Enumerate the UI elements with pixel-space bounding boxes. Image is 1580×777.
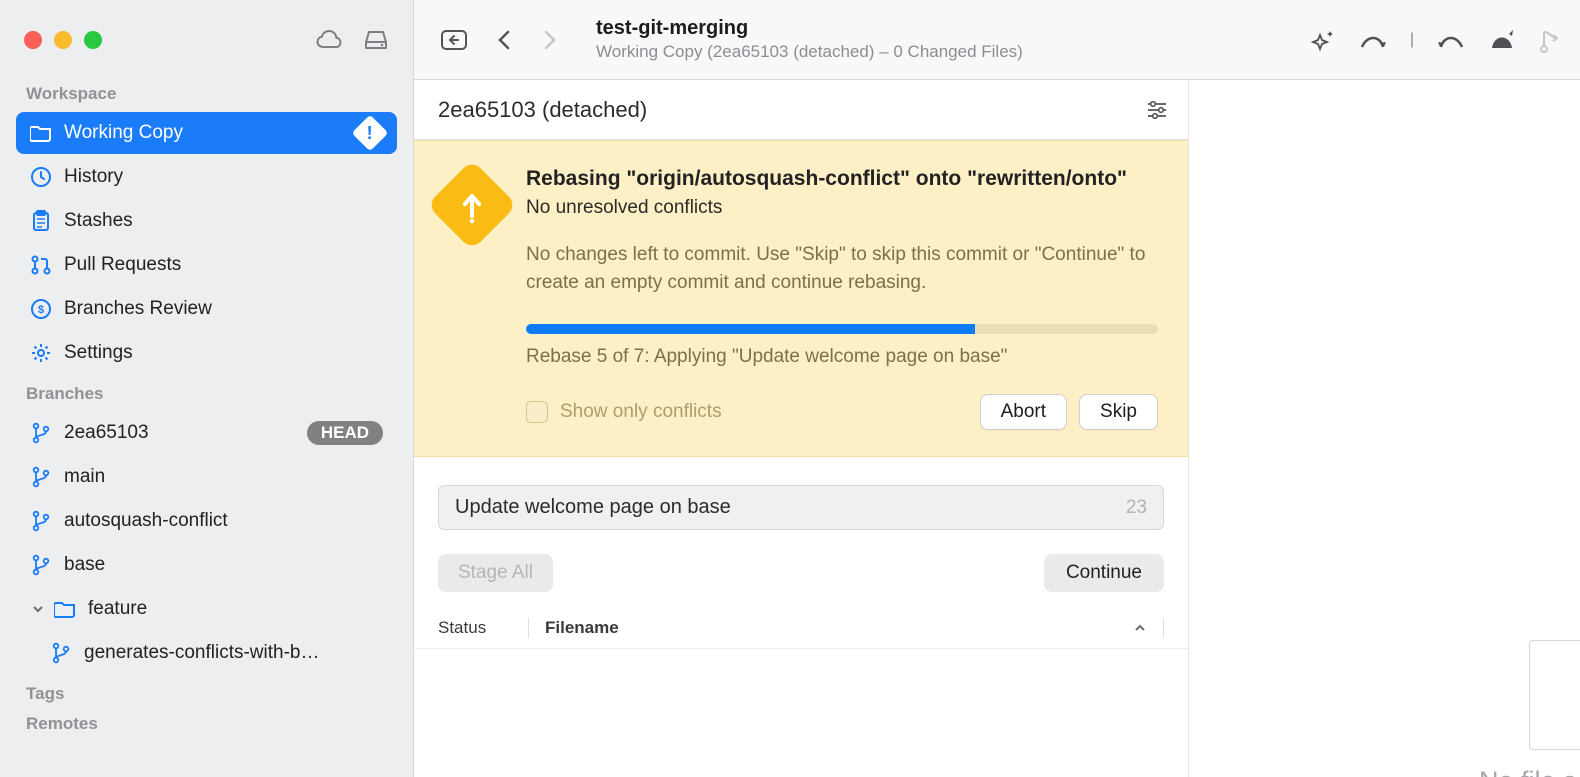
gear-icon (30, 342, 52, 364)
tags-header: Tags (26, 684, 397, 704)
branch-item-autosquash[interactable]: autosquash-conflict (16, 500, 397, 542)
branch-icon (30, 466, 52, 488)
sidebar-item-settings[interactable]: Settings (16, 332, 397, 374)
workspace-header: Workspace (26, 84, 397, 104)
file-placeholder-icon (1529, 640, 1580, 750)
checkbox-icon (526, 401, 548, 423)
sidebar-item-label: Branches Review (64, 298, 383, 320)
review-icon: $ (30, 298, 52, 320)
rebase-progress-bar (526, 324, 975, 334)
branch-icon (30, 422, 52, 444)
rebase-title: Rebasing "origin/autosquash-conflict" on… (526, 167, 1158, 191)
branch-label: base (64, 554, 383, 576)
push-icon[interactable] (1488, 28, 1516, 52)
repo-subtitle: Working Copy (2ea65103 (detached) – 0 Ch… (596, 42, 1023, 62)
checkbox-label: Show only conflicts (560, 401, 722, 423)
branch-label: generates-conflicts-with-b… (84, 642, 383, 664)
show-conflicts-checkbox[interactable]: Show only conflicts (526, 401, 722, 423)
branch-label: autosquash-conflict (64, 510, 383, 532)
commit-char-count: 23 (1126, 497, 1147, 519)
nav-back-button[interactable] (484, 20, 524, 60)
branch-icon (50, 642, 72, 664)
sort-icon[interactable] (1133, 623, 1155, 633)
sidebar-item-label: Settings (64, 342, 383, 364)
th-filename[interactable]: Filename (545, 618, 1133, 638)
branches-header: Branches (26, 384, 397, 404)
divider (1163, 618, 1164, 638)
warning-icon (427, 160, 518, 251)
sidebar-item-label: History (64, 166, 383, 188)
branch-item-main[interactable]: main (16, 456, 397, 498)
stage-all-button[interactable]: Stage All (438, 554, 553, 592)
toolbar: test-git-merging Working Copy (2ea65103 … (414, 0, 1580, 80)
toolbar-title-block: test-git-merging Working Copy (2ea65103 … (596, 17, 1023, 62)
nav-forward-button[interactable] (530, 20, 570, 60)
pull-icon[interactable] (1436, 29, 1466, 51)
disk-icon[interactable] (363, 29, 389, 51)
sparkle-icon[interactable] (1310, 27, 1336, 53)
divider (528, 618, 529, 638)
sidebar-item-branches-review[interactable]: $ Branches Review (16, 288, 397, 330)
th-status[interactable]: Status (438, 618, 528, 638)
fetch-icon[interactable] (1358, 29, 1388, 51)
clock-icon (30, 166, 52, 188)
filters-icon[interactable] (1146, 101, 1168, 119)
rebase-subtitle: No unresolved conflicts (526, 197, 1158, 219)
sidebar-item-label: Stashes (64, 210, 383, 232)
branch-label: main (64, 466, 383, 488)
traffic-lights (24, 31, 102, 49)
branch-label: 2ea65103 (64, 422, 295, 444)
diff-pane: No file s (1189, 80, 1580, 777)
divider: | (1410, 31, 1414, 49)
sidebar-item-working-copy[interactable]: Working Copy ! (16, 112, 397, 154)
abort-button[interactable]: Abort (980, 394, 1067, 430)
sidebar: Workspace Working Copy ! History Stashes (0, 0, 414, 777)
rebase-hint: No changes left to commit. Use "Skip" to… (526, 241, 1158, 296)
pull-request-icon (30, 254, 52, 276)
alert-badge-icon: ! (352, 115, 389, 152)
continue-button[interactable]: Continue (1044, 554, 1164, 592)
sidebar-item-label: Working Copy (64, 122, 345, 144)
rebase-progress-label: Rebase 5 of 7: Applying "Update welcome … (526, 346, 1158, 368)
center-pane: 2ea65103 (detached) Rebasing "origin/aut… (414, 80, 1189, 777)
folder-icon (30, 122, 52, 144)
commit-message-input[interactable]: Update welcome page on base 23 (438, 485, 1164, 530)
skip-button[interactable]: Skip (1079, 394, 1158, 430)
no-file-label: No file s (1479, 766, 1577, 777)
working-copy-header: 2ea65103 (detached) (414, 80, 1188, 140)
branch-item-base[interactable]: base (16, 544, 397, 586)
sidebar-top (0, 0, 413, 80)
rebase-progress (526, 324, 1158, 334)
minimize-window-button[interactable] (54, 31, 72, 49)
branch-item-detached[interactable]: 2ea65103 HEAD (16, 412, 397, 454)
file-table-header: Status Filename (414, 618, 1188, 649)
folder-icon (54, 598, 76, 620)
head-badge: HEAD (307, 421, 383, 445)
cloud-icon[interactable] (315, 29, 343, 51)
chevron-down-icon (30, 604, 46, 614)
clipboard-icon (30, 210, 52, 232)
close-window-button[interactable] (24, 31, 42, 49)
remotes-header: Remotes (26, 714, 397, 734)
merge-icon[interactable] (1538, 26, 1560, 54)
sidebar-item-pull-requests[interactable]: Pull Requests (16, 244, 397, 286)
wc-header-label: 2ea65103 (detached) (438, 97, 647, 123)
sidebar-body: Workspace Working Copy ! History Stashes (0, 80, 413, 777)
main-column: test-git-merging Working Copy (2ea65103 … (414, 0, 1580, 777)
sidebar-item-history[interactable]: History (16, 156, 397, 198)
branch-icon (30, 510, 52, 532)
commit-message-text: Update welcome page on base (455, 496, 731, 519)
rebase-banner: Rebasing "origin/autosquash-conflict" on… (414, 140, 1188, 457)
back-to-sidebar-button[interactable] (434, 20, 474, 60)
maximize-window-button[interactable] (84, 31, 102, 49)
branch-item-feature-child[interactable]: generates-conflicts-with-b… (16, 632, 397, 674)
branch-icon (30, 554, 52, 576)
repo-title: test-git-merging (596, 17, 1023, 40)
svg-text:$: $ (38, 304, 44, 316)
sidebar-item-label: Pull Requests (64, 254, 383, 276)
sidebar-item-stashes[interactable]: Stashes (16, 200, 397, 242)
folder-label: feature (88, 598, 383, 620)
branch-folder-feature[interactable]: feature (16, 588, 397, 630)
